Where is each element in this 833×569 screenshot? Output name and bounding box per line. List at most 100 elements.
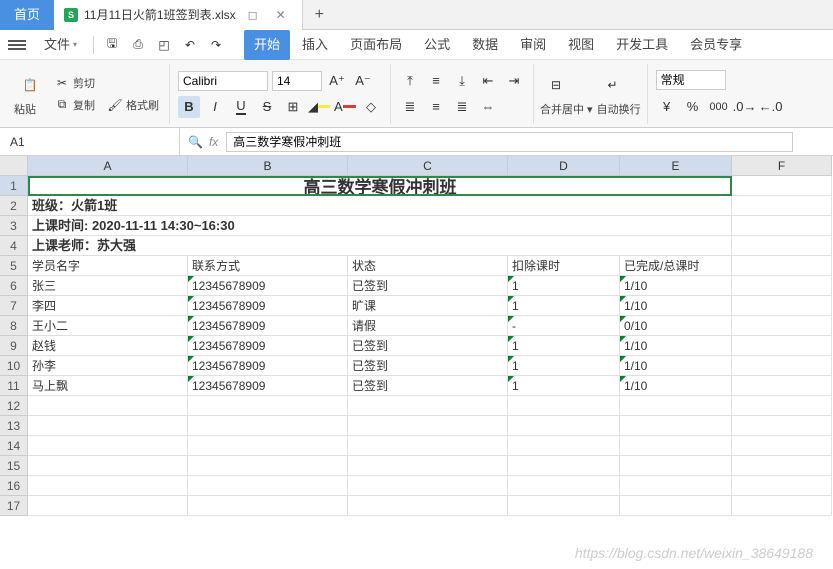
comma-button[interactable]: 000	[708, 96, 730, 118]
cell[interactable]	[188, 476, 348, 496]
cell[interactable]: 扣除课时	[508, 256, 620, 276]
cell-reference[interactable]: A1	[0, 128, 180, 156]
decrease-font-button[interactable]: A⁻	[352, 70, 374, 92]
cell[interactable]	[28, 436, 188, 456]
cell[interactable]	[732, 336, 832, 356]
wrap-button[interactable]: ↵	[597, 71, 641, 99]
cell[interactable]: 1	[508, 296, 620, 316]
cell[interactable]	[732, 176, 832, 196]
hamburger-icon[interactable]	[8, 40, 26, 50]
row-header[interactable]: 4	[0, 236, 28, 256]
cell[interactable]	[732, 276, 832, 296]
underline-button[interactable]: U	[230, 96, 252, 118]
cell[interactable]: 12345678909	[188, 316, 348, 336]
cell[interactable]: 1	[508, 356, 620, 376]
cell[interactable]	[732, 216, 832, 236]
cell[interactable]: 班级：火箭1班	[28, 196, 732, 216]
cell[interactable]: 孙李	[28, 356, 188, 376]
bold-button[interactable]: B	[178, 96, 200, 118]
cell[interactable]	[732, 256, 832, 276]
row-header[interactable]: 6	[0, 276, 28, 296]
cell[interactable]: 0/10	[620, 316, 732, 336]
font-color-button[interactable]: A	[334, 96, 356, 118]
align-top-button[interactable]: ⤒	[399, 70, 421, 92]
currency-button[interactable]: ¥	[656, 96, 678, 118]
cell[interactable]	[732, 356, 832, 376]
cell[interactable]	[732, 396, 832, 416]
redo-button[interactable]: ↷	[204, 35, 228, 55]
title-cell[interactable]: 高三数学寒假冲刺班	[28, 176, 732, 196]
row-header[interactable]: 9	[0, 336, 28, 356]
align-right-button[interactable]: ≣	[451, 96, 473, 118]
cell[interactable]: 联系方式	[188, 256, 348, 276]
cell[interactable]	[508, 476, 620, 496]
row-header[interactable]: 2	[0, 196, 28, 216]
cell[interactable]: 已签到	[348, 356, 508, 376]
close-tab-icon[interactable]: ✕	[270, 8, 292, 22]
document-tab[interactable]: S 11月11日火箭1班签到表.xlsx ◻ ✕	[54, 0, 303, 30]
cell[interactable]: 已签到	[348, 376, 508, 396]
cell[interactable]	[732, 296, 832, 316]
cell[interactable]	[28, 456, 188, 476]
undo-button[interactable]: ↶	[178, 35, 202, 55]
row-header[interactable]: 11	[0, 376, 28, 396]
cell[interactable]: 1/10	[620, 276, 732, 296]
cell[interactable]	[188, 416, 348, 436]
cell[interactable]	[28, 416, 188, 436]
menu-data[interactable]: 数据	[462, 30, 508, 60]
search-icon[interactable]: 🔍	[188, 135, 203, 149]
row-header[interactable]: 5	[0, 256, 28, 276]
cell[interactable]: 12345678909	[188, 336, 348, 356]
cell[interactable]: 张三	[28, 276, 188, 296]
cell[interactable]: 请假	[348, 316, 508, 336]
select-all-corner[interactable]	[0, 156, 28, 176]
cell[interactable]	[508, 436, 620, 456]
cell[interactable]	[508, 496, 620, 516]
row-header[interactable]: 17	[0, 496, 28, 516]
cell[interactable]	[348, 476, 508, 496]
formula-input[interactable]	[226, 132, 793, 152]
menu-view[interactable]: 视图	[558, 30, 604, 60]
cell[interactable]: 已签到	[348, 276, 508, 296]
cell[interactable]: 旷课	[348, 296, 508, 316]
col-header[interactable]: F	[732, 156, 832, 176]
cell[interactable]: 1/10	[620, 376, 732, 396]
style-button[interactable]: ◇	[360, 96, 382, 118]
cell[interactable]	[620, 436, 732, 456]
align-bottom-button[interactable]: ⤓	[451, 70, 473, 92]
border-button[interactable]: ⊞	[282, 96, 304, 118]
row-header[interactable]: 7	[0, 296, 28, 316]
cell[interactable]	[732, 436, 832, 456]
fx-icon[interactable]: fx	[209, 135, 218, 149]
toolbar-shortcut-3[interactable]: ◰	[152, 35, 176, 55]
menu-insert[interactable]: 插入	[292, 30, 338, 60]
cell[interactable]: 李四	[28, 296, 188, 316]
cell[interactable]: 1/10	[620, 356, 732, 376]
row-header[interactable]: 8	[0, 316, 28, 336]
cell[interactable]	[732, 236, 832, 256]
align-center-button[interactable]: ≡	[425, 96, 447, 118]
menu-formula[interactable]: 公式	[414, 30, 460, 60]
row-header[interactable]: 1	[0, 176, 28, 196]
cell[interactable]: 1	[508, 276, 620, 296]
cell[interactable]: 12345678909	[188, 376, 348, 396]
cell[interactable]	[348, 396, 508, 416]
cell[interactable]: 已签到	[348, 336, 508, 356]
cell[interactable]	[348, 456, 508, 476]
cell[interactable]	[348, 416, 508, 436]
format-painter-button[interactable]: 🖌格式刷	[103, 95, 163, 115]
row-header[interactable]: 16	[0, 476, 28, 496]
cell[interactable]: 学员名字	[28, 256, 188, 276]
cell[interactable]: 1/10	[620, 296, 732, 316]
cell[interactable]: 1	[508, 336, 620, 356]
cell[interactable]	[620, 476, 732, 496]
menu-vip[interactable]: 会员专享	[680, 30, 752, 60]
strike-button[interactable]: S	[256, 96, 278, 118]
cell[interactable]	[732, 416, 832, 436]
cell[interactable]	[732, 476, 832, 496]
dec-decimal-button[interactable]: ←.0	[760, 96, 782, 118]
cell[interactable]: 上课时间: 2020-11-11 14:30~16:30	[28, 216, 732, 236]
col-header[interactable]: C	[348, 156, 508, 176]
col-header[interactable]: B	[188, 156, 348, 176]
cell[interactable]: 马上飘	[28, 376, 188, 396]
